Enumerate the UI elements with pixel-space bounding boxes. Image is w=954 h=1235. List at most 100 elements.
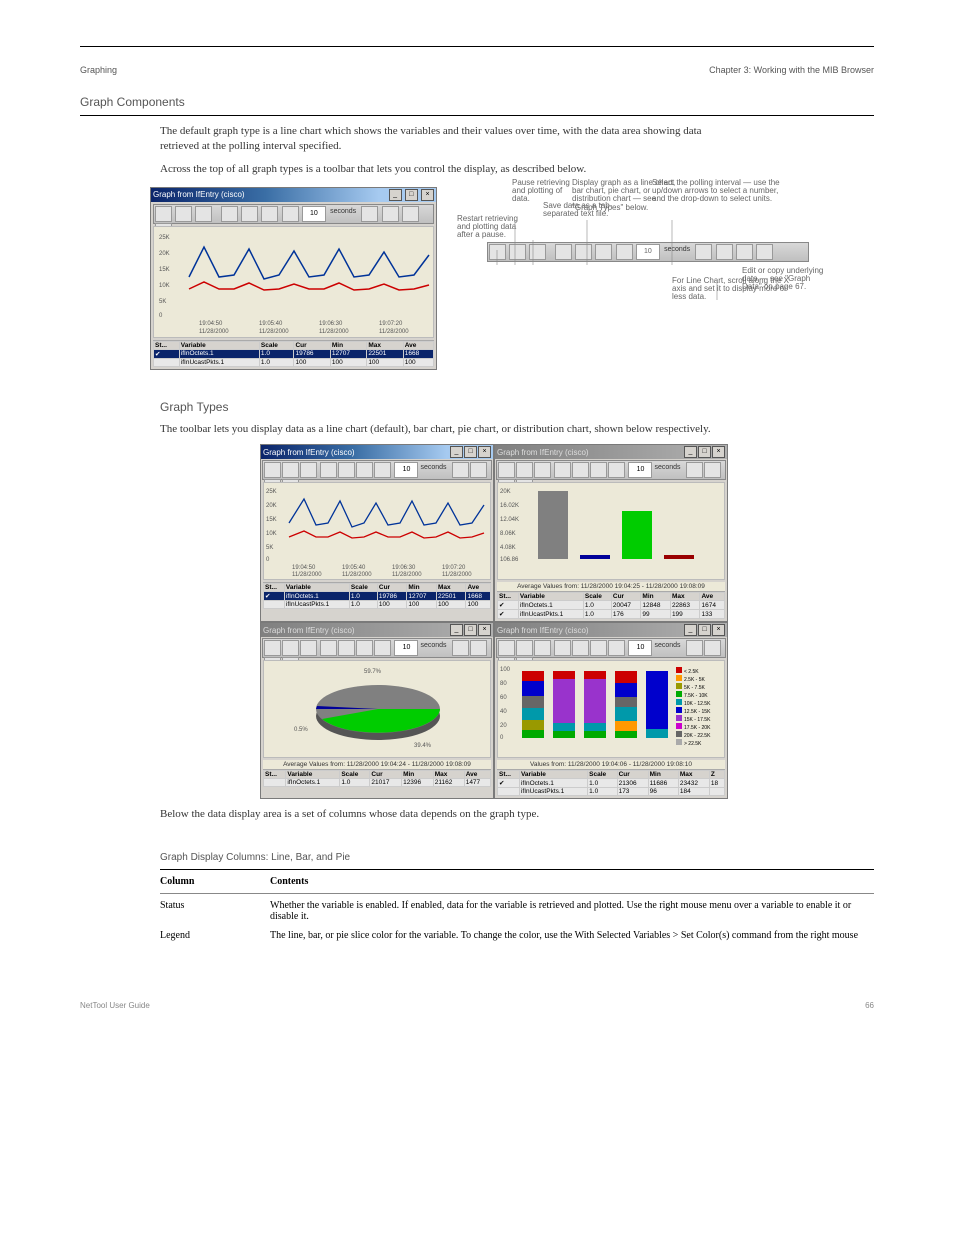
pause-button[interactable] [516,462,533,478]
dist-chart-button[interactable] [374,462,391,478]
bar-chart-area: 20K 16.02K 12.04K 8.06K 4.08K 106.86 [497,482,725,580]
svg-text:19:06:30: 19:06:30 [319,321,343,327]
col-max[interactable]: Max [367,341,403,349]
bar-chart-button[interactable] [338,462,355,478]
maximize-icon[interactable]: □ [464,624,477,636]
close-icon[interactable]: × [712,624,725,636]
line-chart-button[interactable] [554,462,571,478]
edit-data-button[interactable] [686,640,703,656]
col-min[interactable]: Min [330,341,366,349]
save-button[interactable] [534,640,551,656]
line-chart-button[interactable] [554,640,571,656]
minimize-icon[interactable]: _ [389,189,402,201]
edit-data-button[interactable] [452,640,469,656]
save-button[interactable] [195,206,212,222]
pie-chart-button[interactable] [356,462,373,478]
save-button[interactable] [534,462,551,478]
minimize-icon[interactable]: _ [684,624,697,636]
maximize-icon[interactable]: □ [698,446,711,458]
save-button[interactable] [300,462,317,478]
bar-chart-button[interactable] [338,640,355,656]
table-row[interactable]: ✔ifInOctets.11.01978612707225011668 [264,592,491,601]
maximize-icon[interactable]: □ [464,446,477,458]
svg-text:12.04K: 12.04K [500,517,519,523]
dist-chart-button[interactable] [608,462,625,478]
bar-1 [538,491,568,559]
toolbar-callouts: Restart retrieving and plotting data aft… [497,187,817,357]
svg-text:5K: 5K [159,299,166,305]
poll-unit-label[interactable]: seconds [420,464,446,471]
table-row[interactable]: ifInOctets.11.02101712396211621477 [264,779,491,787]
restart-button[interactable] [264,462,281,478]
copy-data-button[interactable] [704,640,721,656]
pause-button[interactable] [282,640,299,656]
svg-text:11/28/2000: 11/28/2000 [292,572,322,578]
copy-data-button[interactable] [470,462,487,478]
line-chart-button[interactable] [320,462,337,478]
poll-unit-label[interactable]: seconds [654,642,680,649]
edit-data-button[interactable] [686,462,703,478]
poll-interval-spinner[interactable]: 10 [628,462,652,478]
close-icon[interactable]: × [421,189,434,201]
edit-data-button[interactable] [361,206,378,222]
table-row[interactable]: ✔ifInOctets.11.021306116862343218 [498,779,725,788]
table-row[interactable]: ifInUcastPkts.11.0100100100100 [264,601,491,609]
pie-chart-button[interactable] [590,462,607,478]
close-icon[interactable]: × [478,446,491,458]
table-row[interactable]: ifInUcastPkts.11.017396184 [498,788,725,796]
dist-chart-button[interactable] [282,206,299,222]
poll-unit-label[interactable]: seconds [654,464,680,471]
close-icon[interactable]: × [478,624,491,636]
pause-button[interactable] [175,206,192,222]
poll-interval-spinner[interactable]: 10 [302,206,326,222]
svg-text:11/28/2000: 11/28/2000 [392,572,422,578]
poll-interval-spinner[interactable]: 10 [628,640,652,656]
window-title: Graph from IfEntry (cisco) [497,448,589,457]
restart-button[interactable] [498,462,515,478]
restart-button[interactable] [155,206,172,222]
table-row[interactable]: ✔ifInOctets.11.02004712848228631674 [498,601,725,610]
col-ave[interactable]: Ave [403,341,433,349]
col-status[interactable]: St... [154,341,180,349]
edit-data-button[interactable] [452,462,469,478]
svg-text:20K: 20K [500,489,511,495]
line-chart-button[interactable] [320,640,337,656]
poll-unit-label[interactable]: seconds [330,208,356,215]
pause-button[interactable] [516,640,533,656]
col-scale[interactable]: Scale [259,341,294,349]
minimize-icon[interactable]: _ [450,624,463,636]
copy-data-button[interactable] [382,206,399,222]
save-button[interactable] [300,640,317,656]
bar-chart-button[interactable] [241,206,258,222]
copy-data-button[interactable] [470,640,487,656]
poll-unit-label[interactable]: seconds [420,642,446,649]
col-variable[interactable]: Variable [179,341,259,349]
col-cur[interactable]: Cur [294,341,330,349]
close-icon[interactable]: × [712,446,725,458]
maximize-icon[interactable]: □ [405,189,418,201]
poll-interval-spinner[interactable]: 10 [394,462,418,478]
bar-chart-button[interactable] [572,640,589,656]
pie-chart-button[interactable] [356,640,373,656]
restart-button[interactable] [264,640,281,656]
copy-data-button[interactable] [704,462,721,478]
table-row[interactable]: ✔ifInOctets.11.01978612707225011668 [154,349,434,358]
maximize-icon[interactable]: □ [698,624,711,636]
graph-toolbar: 10seconds [262,638,492,658]
bar-chart-button[interactable] [572,462,589,478]
restart-button[interactable] [498,640,515,656]
scroll-left-button[interactable] [402,206,419,222]
dist-chart-button[interactable] [608,640,625,656]
svg-text:20K: 20K [159,251,170,257]
line-chart-button[interactable] [221,206,238,222]
minimize-icon[interactable]: _ [684,446,697,458]
table-row[interactable]: ✔ifInUcastPkts.11.017699199133 [498,610,725,619]
pause-button[interactable] [282,462,299,478]
dist-chart-button[interactable] [374,640,391,656]
pie-chart-button[interactable] [261,206,278,222]
poll-interval-spinner[interactable]: 10 [394,640,418,656]
table-row[interactable]: ifInUcastPkts.11.0100100100100 [154,358,434,366]
para-cols: Below the data display area is a set of … [160,807,740,822]
minimize-icon[interactable]: _ [450,446,463,458]
pie-chart-button[interactable] [590,640,607,656]
